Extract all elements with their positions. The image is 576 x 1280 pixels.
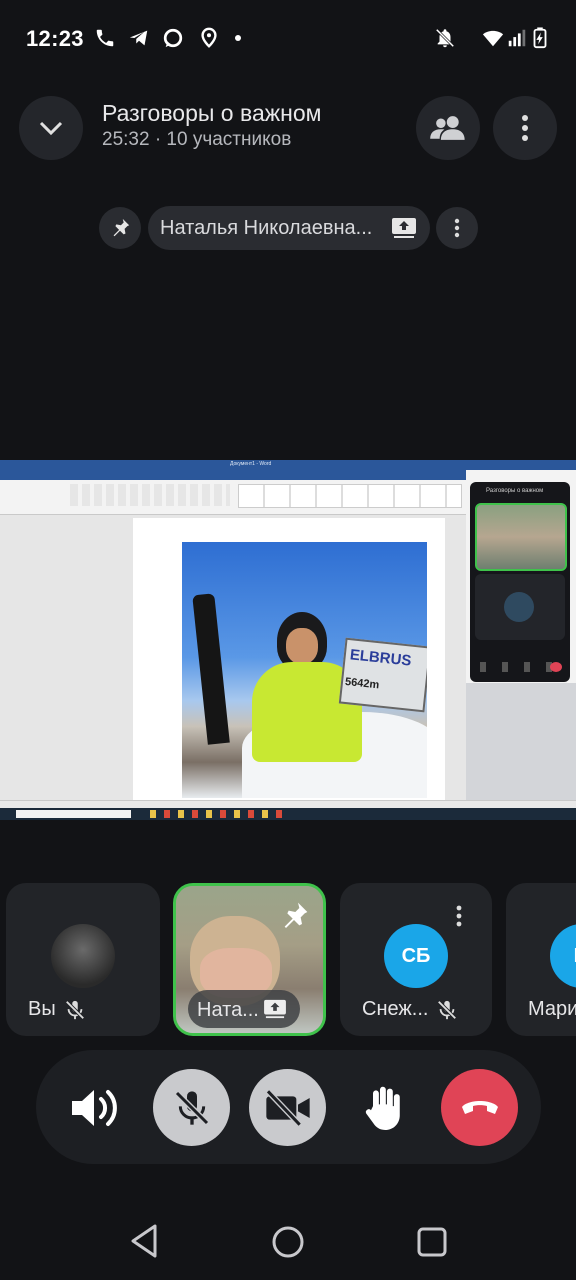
participant-name: Ната... [197, 999, 259, 1021]
word-title-bar: Документ1 - Word [0, 460, 576, 470]
chevron-down-icon [39, 121, 63, 136]
unpin-button[interactable] [99, 207, 141, 249]
more-options-button[interactable] [493, 96, 557, 160]
participants-button[interactable] [416, 96, 480, 160]
avatar: СБ [384, 924, 448, 988]
participant-tile-pinned[interactable]: Ната... [173, 883, 326, 1036]
camera-off-icon [265, 1088, 310, 1127]
elbrus-sign: ELBRUS 5642m [338, 637, 427, 713]
battery-charging-icon [533, 27, 547, 49]
participant-tile-self[interactable]: Вы [6, 883, 160, 1036]
more-vertical-icon[interactable] [456, 905, 462, 927]
speaker-button[interactable] [58, 1069, 135, 1146]
word-ribbon [0, 480, 466, 515]
mini-call-window: Разговоры о важном [470, 482, 570, 682]
windows-taskbar [0, 808, 576, 820]
chip-more-button[interactable] [436, 207, 478, 249]
screen-share-icon [264, 999, 286, 1019]
more-vertical-icon [454, 218, 460, 238]
participant-name: Вы [28, 998, 56, 1020]
hand-icon [365, 1086, 400, 1130]
shared-screen[interactable]: Документ1 - Word ELBRUS 5642m Разговоры … [0, 460, 576, 820]
chat-icon [163, 28, 183, 48]
status-bar: 12:23 [0, 0, 576, 78]
participant-tile[interactable]: СБ Снеж... [340, 883, 492, 1036]
call-subtitle: 25:32 · 10 участников [102, 129, 292, 150]
more-vertical-icon [522, 115, 528, 141]
avatar: М [550, 924, 576, 988]
pinned-participant-chip[interactable]: Наталья Николаевна... [148, 206, 430, 250]
signal-icon [508, 29, 526, 47]
screen-share-icon [392, 218, 416, 238]
people-icon [430, 116, 465, 140]
bell-off-icon [435, 28, 455, 48]
location-icon [201, 27, 217, 48]
microphone-toggle-button[interactable] [153, 1069, 230, 1146]
participant-tile[interactable]: М Мари [506, 883, 576, 1036]
telegram-icon [129, 30, 148, 46]
status-time: 12:23 [26, 26, 84, 51]
participant-name: Снеж... [362, 998, 429, 1020]
mic-off-icon [174, 1090, 209, 1125]
phone-icon [96, 29, 114, 47]
back-icon[interactable] [128, 1222, 160, 1260]
speaker-icon [71, 1089, 117, 1126]
raise-hand-button[interactable] [345, 1069, 422, 1146]
mini-call-title: Разговоры о важном [486, 488, 544, 494]
notification-dot [235, 35, 241, 41]
end-call-button[interactable] [441, 1069, 518, 1146]
pin-icon [113, 218, 130, 237]
elbrus-sign-text: ELBRUS [349, 646, 413, 670]
document-photo: ELBRUS 5642m [182, 542, 427, 798]
recents-icon[interactable] [415, 1225, 449, 1259]
avatar [51, 924, 115, 988]
home-icon[interactable] [271, 1225, 305, 1259]
mic-off-icon [437, 1000, 457, 1020]
collapse-button[interactable] [19, 96, 83, 160]
pinned-participant-name: Наталья Николаевна... [160, 217, 373, 239]
elbrus-sign-altitude: 5642m [344, 675, 380, 692]
camera-toggle-button[interactable] [249, 1069, 326, 1146]
word-app-title: Документ1 - Word [230, 461, 272, 467]
call-controls [36, 1050, 541, 1164]
pin-icon[interactable] [278, 900, 310, 932]
participant-name: Мари [528, 998, 576, 1020]
wifi-icon [482, 30, 504, 47]
participant-name-pill: Ната... [188, 990, 300, 1028]
hang-up-icon [461, 1100, 498, 1114]
mic-off-icon [65, 1000, 85, 1020]
call-title: Разговоры о важном [102, 100, 322, 126]
